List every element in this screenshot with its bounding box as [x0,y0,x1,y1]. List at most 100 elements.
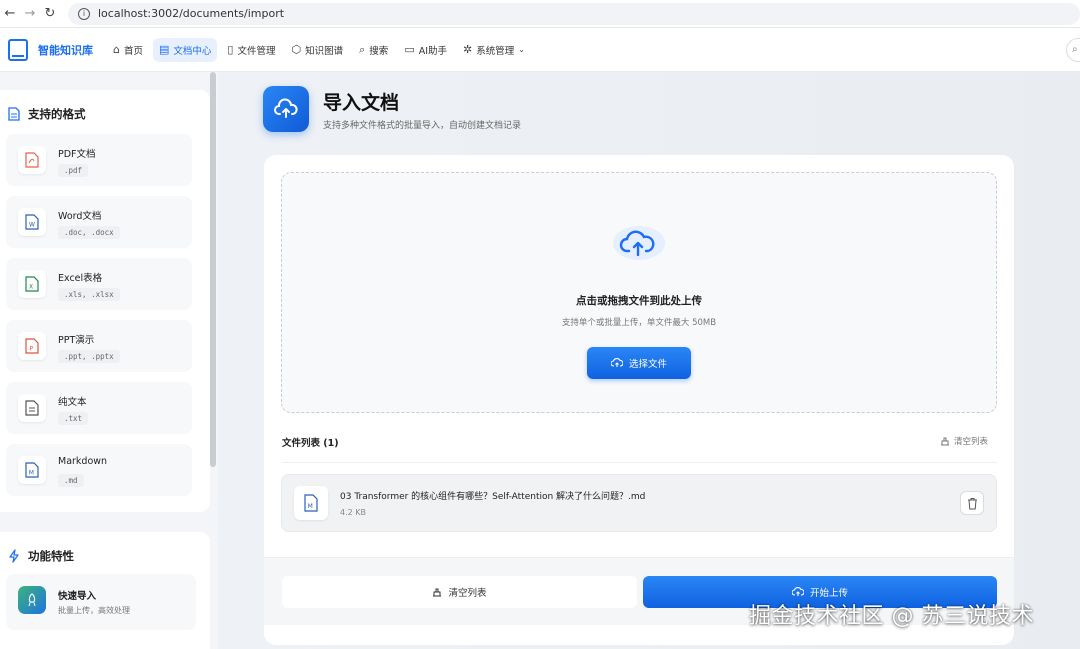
format-item-pdf: PDF文档 .pdf [6,134,192,186]
lightning-icon [9,549,19,563]
clear-icon [433,588,442,596]
reload-icon[interactable]: ↻ [40,6,60,21]
sidebar-scrollbar[interactable] [210,72,216,467]
formats-title: 支持的格式 [8,106,86,122]
nav-ai-assistant[interactable]: ▭ AI助手 [398,38,453,62]
gear-icon: ✲ [463,43,473,56]
formats-title-text: 支持的格式 [28,107,86,121]
features-title: 功能特性 [8,548,74,564]
chat-icon: ▭ [404,43,415,56]
format-item-ppt: P PPT演示 .ppt, .pptx [6,320,192,372]
import-card: 点击或拖拽文件到此处上传 支持单个或批量上传，单文件最大 50MB 选择文件 文… [264,155,1014,645]
page-title: 导入文档 [323,92,400,114]
ppt-file-icon: P [18,332,46,360]
nav-files[interactable]: ▯ 文件管理 [221,38,281,62]
cloud-upload-icon [610,358,623,367]
svg-text:W: W [29,222,35,229]
browser-toolbar: ← → ↻ i localhost:3002/documents/import [0,0,1080,28]
delete-file-button[interactable] [960,491,984,515]
choose-file-label: 选择文件 [628,359,667,370]
search-icon: ⌕ [359,42,366,56]
divider [282,462,997,463]
nav-home[interactable]: ⌂ 首页 [107,38,149,62]
feature-desc: 批量上传，高效处理 [58,606,130,615]
file-list-title: 文件列表 (1) [282,438,339,449]
arrow-right-icon[interactable]: → [20,6,40,21]
format-ext: .pdf [58,164,89,177]
nav-system[interactable]: ✲ 系统管理 ⌄ [457,38,535,62]
nav-label: 文件管理 [237,45,276,57]
file-list-item: M 03 Transformer 的核心组件有哪些？Self-Attention… [281,474,997,532]
feature-item-quick-import: 快速导入 批量上传，高效处理 [6,574,196,630]
nav-label: 系统管理 [476,45,515,57]
page-subtitle: 支持多种文件格式的批量导入，自动创建文档记录 [323,121,522,131]
address-bar[interactable]: i localhost:3002/documents/import [68,2,1080,25]
format-name: Word文档 [58,211,102,222]
svg-text:P: P [30,346,34,353]
site-info-icon[interactable]: i [78,7,90,20]
document-icon [8,107,20,121]
app-header: 智能知识库 ⌂ 首页 ▤ 文档中心 ▯ 文件管理 ⬡ 知识图谱 ⌕ 搜索 ▭ A… [0,28,1080,72]
nav-label: 知识图谱 [305,45,344,57]
arrow-left-icon[interactable]: ← [0,6,20,21]
format-name: Excel表格 [58,273,103,284]
file-icon: ▯ [227,43,234,56]
excel-file-icon: X [18,270,46,298]
document-icon: ▤ [159,43,170,56]
nav-search[interactable]: ⌕ 搜索 [353,38,394,62]
upload-dropzone[interactable]: 点击或拖拽文件到此处上传 支持单个或批量上传，单文件最大 50MB 选择文件 [281,172,997,413]
format-name: PPT演示 [58,335,95,346]
format-ext: .doc, .docx [58,226,120,239]
clear-list-link[interactable]: 清空列表 [940,435,988,447]
pdf-file-icon [18,146,46,174]
url-text: localhost:3002/documents/import [98,7,285,20]
cloud-upload-icon [263,86,309,132]
graph-icon: ⬡ [291,43,302,56]
watermark-text: 掘金技术社区 @ 苏三说技术 [749,604,1034,629]
main-content: 导入文档 支持多种文件格式的批量导入，自动创建文档记录 点击或拖拽文件到此处上传… [218,72,1080,649]
markdown-file-icon: M [18,456,46,484]
features-panel: 功能特性 快速导入 批量上传，高效处理 [0,532,210,649]
cloud-upload-icon [791,587,804,596]
svg-text:M: M [29,470,34,477]
nav-documents[interactable]: ▤ 文档中心 [153,37,218,62]
format-item-excel: X Excel表格 .xls, .xlsx [6,258,192,310]
features-title-text: 功能特性 [28,549,74,563]
file-name: 03 Transformer 的核心组件有哪些？Self-Attention 解… [340,492,646,502]
formats-panel: 支持的格式 PDF文档 .pdf W Word文档 .doc, .docx X … [0,90,210,512]
format-name: 纯文本 [58,397,87,408]
format-ext: .ppt, .pptx [58,350,120,363]
trash-icon [968,498,977,510]
brand-name[interactable]: 智能知识库 [38,42,93,58]
format-ext: .txt [58,412,89,425]
home-icon: ⌂ [113,43,120,56]
sidebar: 支持的格式 PDF文档 .pdf W Word文档 .doc, .docx X … [0,72,218,649]
header-search-input[interactable]: ⌕ [1066,38,1080,62]
format-item-word: W Word文档 .doc, .docx [6,196,192,248]
format-ext: .xls, .xlsx [58,288,120,301]
clear-icon [940,437,949,445]
dropzone-title: 点击或拖拽文件到此处上传 [576,295,702,307]
format-name: PDF文档 [58,149,96,160]
format-item-txt: 纯文本 .txt [6,382,192,434]
file-size: 4.2 KB [340,508,366,517]
choose-file-button[interactable]: 选择文件 [587,347,691,379]
rocket-icon [18,586,46,614]
nav-label: 搜索 [369,45,389,57]
chevron-down-icon: ⌄ [518,45,525,54]
start-upload-label: 开始上传 [809,588,848,599]
svg-text:M: M [308,503,313,510]
cloud-upload-icon [610,221,668,261]
nav-label: 文档中心 [173,45,212,57]
nav-knowledge-graph[interactable]: ⬡ 知识图谱 [286,38,350,62]
clear-list-label: 清空列表 [448,588,487,599]
format-name: Markdown [58,456,108,467]
nav-label: AI助手 [418,45,448,57]
format-item-markdown: M Markdown .md [6,444,192,496]
book-logo-icon[interactable] [8,38,28,61]
feature-title: 快速导入 [58,591,97,602]
dropzone-hint: 支持单个或批量上传，单文件最大 50MB [561,318,717,328]
clear-list-button[interactable]: 清空列表 [282,576,637,608]
text-file-icon [18,394,46,422]
nav-label: 首页 [123,45,143,57]
